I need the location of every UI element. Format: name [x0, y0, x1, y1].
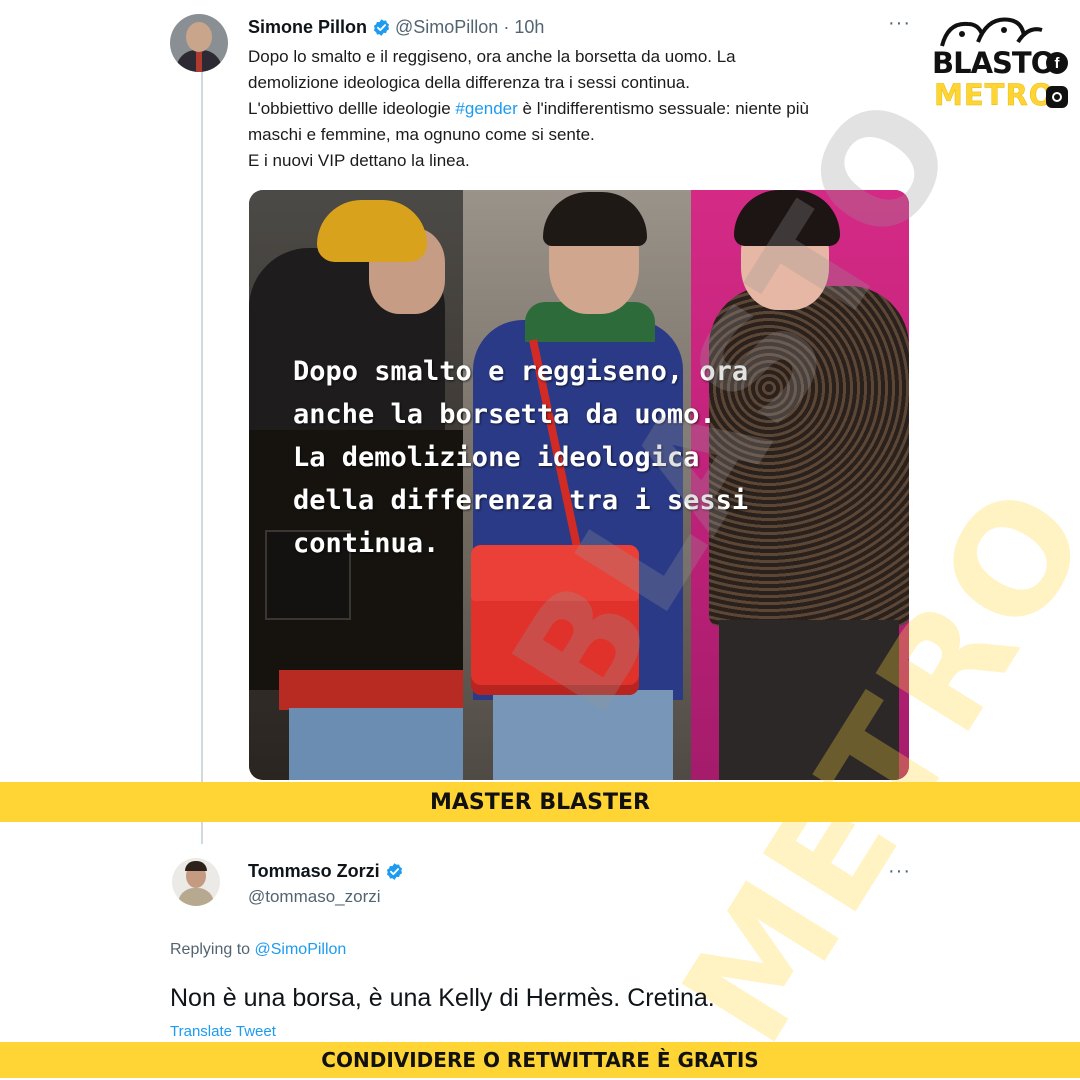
instagram-icon[interactable]: [1046, 86, 1068, 108]
reply-author-handle[interactable]: @tommaso_zorzi: [248, 887, 381, 907]
more-options-icon[interactable]: ···: [888, 13, 911, 33]
tweet-header: Simone Pillon @SimoPillon · 10h: [248, 16, 544, 38]
verified-badge-icon: [386, 862, 402, 880]
tweet-text-line: demolizione ideologica della differenza …: [248, 73, 690, 92]
tweet-text-segment: L'obbiettivo dellle ideologie: [248, 99, 456, 118]
tweet-text: Dopo lo smalto e il reggiseno, ora anche…: [248, 44, 928, 174]
time-separator: ·: [498, 16, 515, 37]
hashtag-link[interactable]: #gender: [455, 99, 517, 118]
tweet-text-line: E i nuovi VIP dettano la linea.: [248, 151, 470, 170]
overlay-line: La demolizione ideologica: [293, 442, 700, 473]
original-tweet: Simone Pillon @SimoPillon · 10h ··· Dopo…: [0, 0, 1080, 844]
tweet-text-line: Dopo lo smalto e il reggiseno, ora anche…: [248, 47, 736, 66]
photo-caption-overlay: Dopo smalto e reggiseno, ora anche la bo…: [293, 350, 893, 565]
birds-icon: [940, 17, 1043, 47]
translate-tweet-link[interactable]: Translate Tweet: [170, 1023, 276, 1040]
thread-line: [201, 72, 203, 844]
tweet-text-line: L'obbiettivo dellle ideologie #gender è …: [248, 96, 928, 122]
reply-text: Non è una borsa, è una Kelly di Hermès. …: [170, 984, 715, 1012]
verified-badge-icon: [373, 18, 390, 36]
mention-link[interactable]: @SimoPillon: [255, 941, 347, 958]
replying-to: Replying to @SimoPillon: [170, 941, 346, 959]
replying-prefix: Replying to: [170, 941, 255, 958]
overlay-line: continua.: [293, 528, 440, 559]
banner-share-free: CONDIVIDERE O RETWITTARE È GRATIS: [0, 1042, 1080, 1078]
reply-author-name[interactable]: Tommaso Zorzi: [248, 861, 380, 882]
facebook-icon[interactable]: f: [1046, 52, 1068, 74]
tweet-text-segment: è l'indifferentismo sessuale: niente più: [517, 99, 809, 118]
avatar-tommaso-zorzi[interactable]: [172, 858, 220, 906]
tweet-photo[interactable]: Dopo smalto e reggiseno, ora anche la bo…: [249, 190, 909, 780]
author-handle[interactable]: @SimoPillon: [395, 17, 498, 38]
logo-word-metro: METRO: [934, 78, 1055, 113]
avatar-simone-pillon[interactable]: [170, 14, 228, 72]
tweet-text-line: maschi e femmine, ma ognuno come si sent…: [248, 125, 595, 144]
overlay-line: della differenza tra i sessi: [293, 485, 749, 516]
logo-word-blasto: BLASTO: [932, 46, 1055, 80]
banner-master-blaster: MASTER BLASTER: [0, 782, 1080, 822]
author-name[interactable]: Simone Pillon: [248, 17, 367, 38]
blastometro-logo: BLASTO METRO f: [932, 12, 1072, 132]
tweet-time[interactable]: 10h: [514, 17, 544, 38]
overlay-line: Dopo smalto e reggiseno, ora: [293, 356, 749, 387]
reply-author-header: Tommaso Zorzi: [248, 860, 408, 882]
more-options-icon[interactable]: ···: [888, 861, 911, 881]
overlay-line: anche la borsetta da uomo.: [293, 399, 716, 430]
